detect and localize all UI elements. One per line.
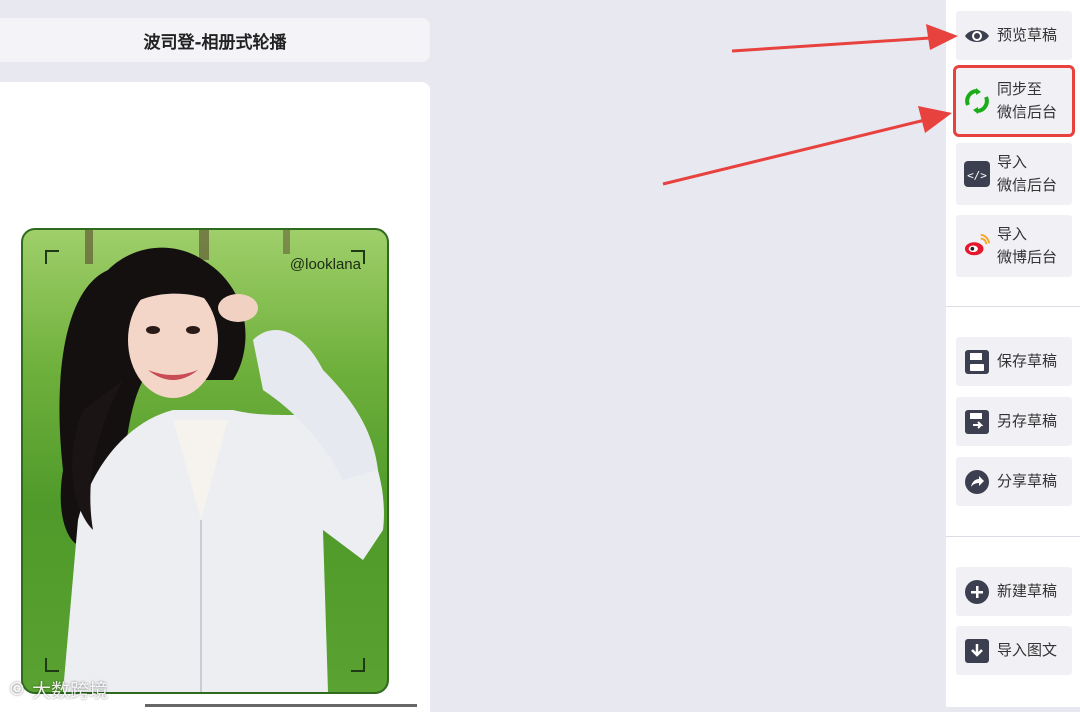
article-title-bar[interactable]: 波司登-相册式轮播 (0, 18, 430, 62)
watermark-text: 大数跨境 (32, 680, 109, 702)
new-draft-button[interactable]: 新建草稿 (956, 567, 1072, 616)
code-icon: </> (964, 161, 990, 187)
frame-corner (45, 250, 59, 264)
floppy-disk-icon (964, 349, 990, 375)
photo-handle-text: @looklana (289, 256, 361, 273)
arrow-line (731, 36, 931, 53)
import-wechat-button[interactable]: </> 导入 微信后台 (956, 143, 1072, 205)
new-draft-label: 新建草稿 (997, 582, 1058, 600)
arrow-line (662, 118, 926, 186)
frame-corner (351, 658, 365, 672)
sync-wechat-button[interactable]: 同步至 微信后台 (953, 65, 1075, 137)
import-article-button[interactable]: 导入图文 (956, 626, 1072, 675)
save-as-icon (964, 409, 990, 435)
watermark-logo: © (8, 679, 26, 700)
eye-icon (964, 23, 990, 49)
plus-icon (964, 579, 990, 605)
frame-corner (45, 658, 59, 672)
toolbar-divider (946, 306, 1080, 307)
import-article-label: 导入图文 (997, 641, 1058, 659)
import-weibo-button[interactable]: 导入 微博后台 (956, 215, 1072, 277)
import-wechat-label: 导入 微信后台 (997, 153, 1058, 194)
import-weibo-label: 导入 微博后台 (997, 225, 1058, 266)
article-title: 波司登-相册式轮播 (143, 32, 287, 53)
svg-text:</>: </> (967, 169, 987, 182)
save-draft-button[interactable]: 保存草稿 (956, 337, 1072, 386)
watermark: © 大数跨境 (8, 676, 108, 703)
preview-draft-button[interactable]: 预览草稿 (956, 11, 1072, 60)
save-as-draft-label: 另存草稿 (997, 412, 1058, 430)
save-as-draft-button[interactable]: 另存草稿 (956, 397, 1072, 446)
photo-illustration (59, 230, 384, 692)
right-toolbar: 预览草稿 同步至 微信后台 </> 导入 微信后台 导入 微博后台 保存草稿 另… (946, 0, 1080, 707)
sync-icon (964, 88, 990, 114)
carousel-photo[interactable]: @looklana (21, 228, 389, 694)
toolbar-divider (946, 536, 1080, 537)
share-draft-label: 分享草稿 (997, 472, 1058, 490)
weibo-icon (964, 233, 990, 259)
preview-draft-label: 预览草稿 (997, 26, 1058, 44)
download-icon (964, 638, 990, 664)
share-icon (964, 469, 990, 495)
save-draft-label: 保存草稿 (997, 352, 1058, 370)
share-draft-button[interactable]: 分享草稿 (956, 457, 1072, 506)
sync-wechat-label: 同步至 微信后台 (997, 80, 1058, 121)
